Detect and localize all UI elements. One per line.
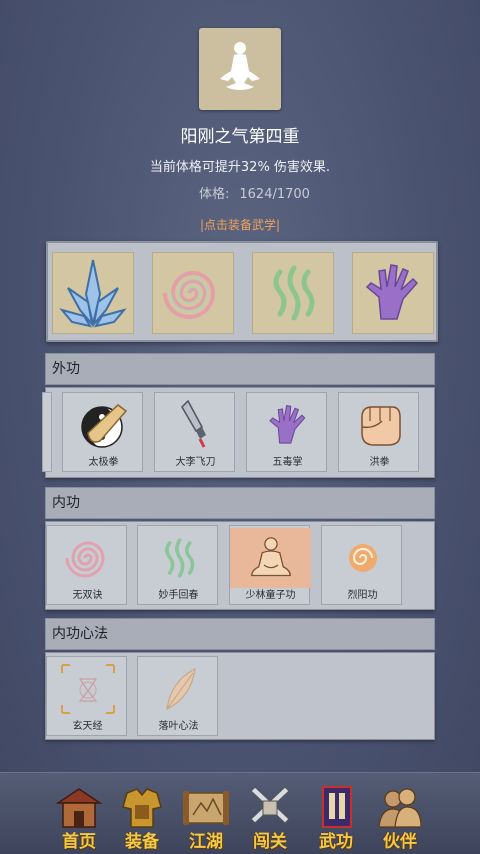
- swirl-icon: [65, 541, 105, 578]
- skill-label: 洪拳: [369, 457, 390, 468]
- book-icon: [322, 786, 352, 828]
- skill-description: 当前体格可提升32% 伤害效果.: [149, 160, 331, 175]
- armor-icon: [122, 788, 162, 828]
- sun-swirl-icon: [348, 544, 377, 572]
- healing-wave-icon: [164, 538, 194, 578]
- skill-title: 阳刚之气第四重: [180, 127, 300, 147]
- outer-skills-header: 外功: [45, 353, 435, 385]
- scroll-map-icon: [183, 791, 229, 825]
- skill-card-miaoshou[interactable]: 妙手回春: [137, 525, 218, 605]
- skill-card-partial[interactable]: [42, 392, 52, 472]
- skill-card-poison-palm[interactable]: 五毒掌: [246, 392, 327, 472]
- skill-card-luoye[interactable]: 落叶心法: [137, 656, 218, 736]
- taiji-fist-icon: [80, 404, 127, 448]
- skill-card-shaolin[interactable]: 少林童子功: [229, 525, 311, 605]
- nav-martial-arts[interactable]: 武功: [307, 785, 365, 852]
- skill-label: 妙手回春: [158, 590, 199, 601]
- mind-method-list: 玄天经 落叶心法: [45, 652, 435, 740]
- stat-label: 体格:: [199, 187, 230, 202]
- meditating-monk-icon: [250, 537, 291, 577]
- skill-label: 太极拳: [88, 457, 119, 468]
- nav-label: 江湖: [189, 832, 223, 852]
- inner-skills-header: 内功: [45, 487, 435, 519]
- sigil-icon: [60, 664, 115, 714]
- companions-icon: [378, 788, 422, 828]
- leaf-icon: [165, 667, 196, 711]
- nav-label: 伙伴: [383, 832, 417, 852]
- equip-slot-1[interactable]: [52, 252, 134, 334]
- swirl-icon: [163, 271, 216, 319]
- meditating-figure-icon: [220, 42, 260, 90]
- nav-companions[interactable]: 伙伴: [371, 785, 429, 852]
- skill-label: 无双诀: [72, 590, 103, 601]
- nav-challenge[interactable]: 闯关: [241, 785, 299, 852]
- equip-slot-4[interactable]: [352, 252, 434, 334]
- house-icon: [55, 788, 103, 828]
- skill-label: 大李飞刀: [175, 457, 216, 468]
- stat-value: 1624/1700: [239, 187, 310, 202]
- skill-label: 少林童子功: [245, 590, 296, 601]
- mind-method-header: 内功心法: [45, 618, 435, 650]
- fist-icon: [360, 406, 401, 446]
- skill-card-taiji[interactable]: 太极拳: [62, 392, 143, 472]
- skill-card-wushuang[interactable]: 无双诀: [46, 525, 127, 605]
- equip-slot-2[interactable]: [152, 252, 234, 334]
- poison-palm-icon: [365, 264, 419, 320]
- nav-home[interactable]: 首页: [50, 785, 108, 852]
- constitution-stat: 体格: 1624/1700: [199, 183, 310, 202]
- nav-label: 装备: [125, 832, 159, 852]
- skill-card-flying-knife[interactable]: 大李飞刀: [154, 392, 235, 472]
- outer-skills-list: 太极拳 大李飞刀 五毒掌 洪拳: [42, 387, 435, 478]
- skill-card-hong-fist[interactable]: 洪拳: [338, 392, 419, 472]
- nav-jianghu[interactable]: 江湖: [177, 785, 235, 852]
- skill-label: 落叶心法: [158, 721, 199, 732]
- equip-hint-link[interactable]: |点击装备武学|: [0, 216, 480, 233]
- skill-label: 玄天经: [72, 721, 103, 732]
- nav-label: 闯关: [253, 832, 287, 852]
- nav-equipment[interactable]: 装备: [113, 785, 171, 852]
- equipped-skills-panel: [46, 241, 438, 342]
- inner-skills-list: 无双诀 妙手回春 少林童子功 烈阳功: [45, 521, 435, 610]
- nav-label: 武功: [319, 832, 353, 852]
- poison-palm-icon: [268, 404, 305, 444]
- meditation-portrait: [199, 28, 281, 110]
- skill-label: 烈阳功: [347, 590, 378, 601]
- crystal-blades-icon: [59, 259, 127, 328]
- swords-icon: [250, 786, 290, 824]
- bottom-nav: 首页 装备 江湖 闯关 武功 伙伴: [0, 772, 480, 854]
- skill-card-xuantian[interactable]: 玄天经: [46, 656, 127, 736]
- healing-wave-icon: [273, 265, 315, 321]
- flying-knife-icon: [180, 399, 206, 448]
- skill-label: 五毒掌: [272, 457, 303, 468]
- equip-slot-3[interactable]: [252, 252, 334, 334]
- nav-label: 首页: [62, 832, 96, 852]
- skill-card-lieyang[interactable]: 烈阳功: [321, 525, 402, 605]
